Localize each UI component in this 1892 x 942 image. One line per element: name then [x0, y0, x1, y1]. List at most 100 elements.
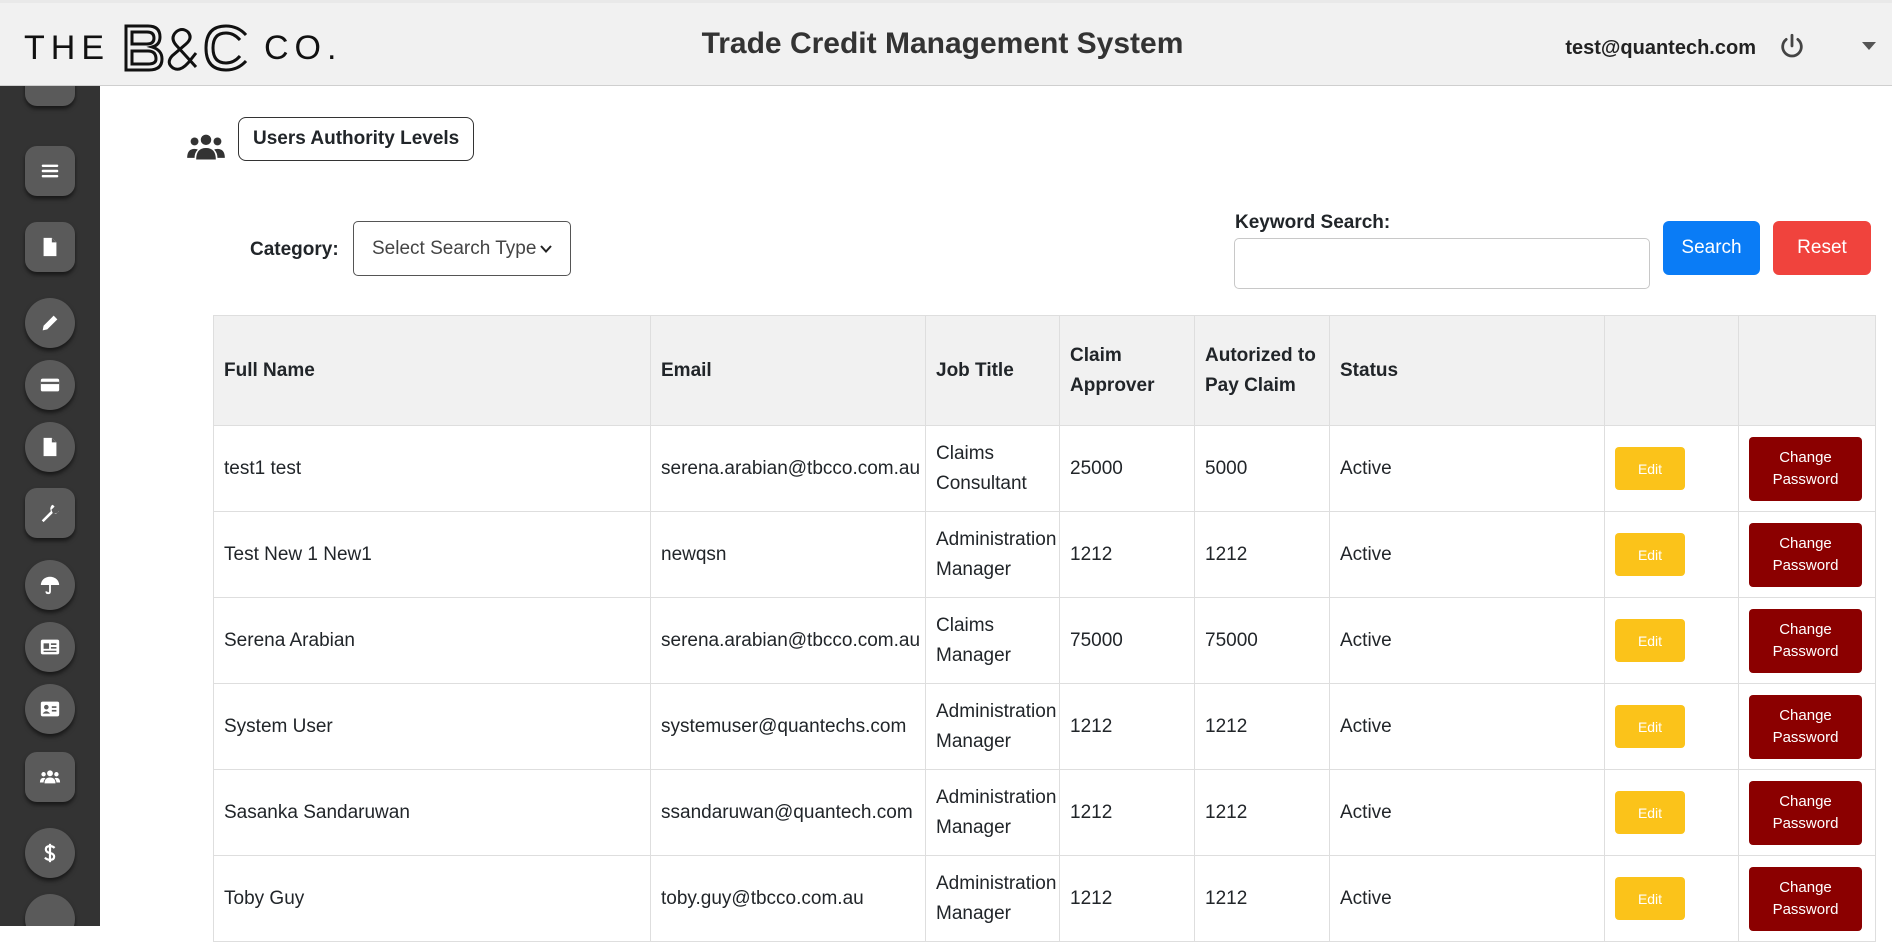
- sidebar-item-documents[interactable]: [25, 422, 75, 472]
- change-password-button[interactable]: Change Password: [1749, 436, 1862, 501]
- cell-authorized-to-pay: 1212: [1194, 683, 1330, 770]
- cell-status: Active: [1329, 683, 1605, 770]
- cell-status: Active: [1329, 511, 1605, 598]
- table-row: Toby Guy toby.guy@tbcco.com.au Administrat…: [213, 855, 1876, 942]
- cell-full-name: test1 test: [213, 425, 651, 512]
- sidebar-item-top-partial[interactable]: [25, 86, 75, 106]
- cell-full-name: Serena Arabian: [213, 597, 651, 684]
- umbrella-icon: [40, 576, 60, 595]
- sidebar-item-users[interactable]: [25, 752, 75, 802]
- cell-edit: Edit: [1604, 683, 1739, 770]
- edit-button[interactable]: Edit: [1615, 619, 1685, 662]
- cell-authorized-to-pay: 5000: [1194, 425, 1330, 512]
- document-icon: [43, 437, 57, 457]
- table-row: Sasanka Sandaruwan ssandaruwan@quantech.c…: [213, 769, 1876, 856]
- cell-job-title: Administration Manager: [925, 511, 1060, 598]
- cell-email: ssandaruwan@quantech.com: [650, 769, 926, 856]
- cell-job-title: Claims Manager: [925, 597, 1060, 684]
- pencil-icon: [42, 315, 58, 331]
- file-icon: [43, 237, 57, 257]
- change-password-button[interactable]: Change Password: [1749, 694, 1862, 759]
- edit-button[interactable]: Edit: [1615, 447, 1685, 490]
- column-header-claim-approver[interactable]: Claim Approver: [1059, 315, 1195, 426]
- edit-button[interactable]: Edit: [1615, 791, 1685, 834]
- cell-edit: Edit: [1604, 597, 1739, 684]
- column-header-authorized-to-pay[interactable]: Autorized to Pay Claim: [1194, 315, 1330, 426]
- reset-button[interactable]: Reset: [1773, 221, 1871, 275]
- sidebar-item-insurance[interactable]: [25, 560, 75, 610]
- cell-job-title: Administration Manager: [925, 769, 1060, 856]
- sidebar-item-tools[interactable]: [25, 488, 75, 538]
- cell-claim-approver: 1212: [1059, 683, 1195, 770]
- sidebar-item-menu[interactable]: [25, 146, 75, 196]
- id-card-icon: [40, 639, 60, 655]
- column-header-status[interactable]: Status: [1329, 315, 1605, 426]
- sidebar-item-finance[interactable]: [25, 828, 75, 878]
- change-password-button[interactable]: Change Password: [1749, 780, 1862, 845]
- edit-button[interactable]: Edit: [1615, 705, 1685, 748]
- cell-status: Active: [1329, 425, 1605, 512]
- sidebar-item-file[interactable]: [25, 222, 75, 272]
- change-password-button[interactable]: Change Password: [1749, 866, 1862, 931]
- cell-full-name: System User: [213, 683, 651, 770]
- cell-authorized-to-pay: 1212: [1194, 855, 1330, 942]
- sidebar: [0, 86, 100, 926]
- cell-email: serena.arabian@tbcco.com.au: [650, 425, 926, 512]
- cell-authorized-to-pay: 1212: [1194, 769, 1330, 856]
- cell-job-title: Administration Manager: [925, 683, 1060, 770]
- column-header-full-name[interactable]: Full Name: [213, 315, 651, 426]
- cell-claim-approver: 1212: [1059, 855, 1195, 942]
- cell-status: Active: [1329, 597, 1605, 684]
- address-card-icon: [40, 701, 60, 717]
- sidebar-item-bottom-partial[interactable]: [25, 894, 75, 926]
- top-header: THE CO. Trade Credit Management System t…: [0, 0, 1892, 86]
- cell-job-title: Administration Manager: [925, 855, 1060, 942]
- sidebar-item-payments[interactable]: [25, 360, 75, 410]
- edit-button[interactable]: Edit: [1615, 877, 1685, 920]
- sidebar-item-edit[interactable]: [25, 298, 75, 348]
- cell-email: newqsn: [650, 511, 926, 598]
- sidebar-item-id[interactable]: [25, 622, 75, 672]
- column-header-job-title[interactable]: Job Title: [925, 315, 1060, 426]
- cell-change-password: Change Password: [1738, 683, 1876, 770]
- search-button[interactable]: Search: [1663, 221, 1760, 275]
- cell-edit: Edit: [1604, 769, 1739, 856]
- sidebar-item-contacts[interactable]: [25, 684, 75, 734]
- cell-status: Active: [1329, 855, 1605, 942]
- keyword-search-input[interactable]: [1234, 238, 1650, 289]
- chevron-down-icon: [540, 244, 552, 253]
- column-header-email[interactable]: Email: [650, 315, 926, 426]
- table-row: System User systemuser@quantechs.com Admin…: [213, 683, 1876, 770]
- cell-job-title: Claims Consultant: [925, 425, 1060, 512]
- table-header-row: Full Name Email Job Title Claim Approver…: [213, 315, 1876, 426]
- column-header-edit: [1604, 315, 1739, 426]
- table-row: test1 test serena.arabian@tbcco.com.au Cla…: [213, 425, 1876, 512]
- cell-change-password: Change Password: [1738, 769, 1876, 856]
- credit-card-icon: [40, 378, 60, 392]
- cell-change-password: Change Password: [1738, 425, 1876, 512]
- cell-status: Active: [1329, 769, 1605, 856]
- cell-authorized-to-pay: 1212: [1194, 511, 1330, 598]
- cell-claim-approver: 25000: [1059, 425, 1195, 512]
- category-selected-value: Select Search Type: [372, 237, 537, 259]
- category-select[interactable]: Select Search Type: [353, 221, 571, 276]
- cell-edit: Edit: [1604, 511, 1739, 598]
- chevron-down-icon[interactable]: [1860, 39, 1878, 53]
- column-header-change-password: [1738, 315, 1876, 426]
- cell-email: toby.guy@tbcco.com.au: [650, 855, 926, 942]
- edit-button[interactable]: Edit: [1615, 533, 1685, 576]
- users-icon: [187, 134, 225, 160]
- list-icon: [41, 164, 59, 178]
- cell-full-name: Sasanka Sandaruwan: [213, 769, 651, 856]
- users-table: Full Name Email Job Title Claim Approver…: [213, 315, 1876, 942]
- users-table-container: Full Name Email Job Title Claim Approver…: [213, 315, 1876, 942]
- power-icon[interactable]: [1778, 33, 1806, 61]
- dollar-icon: [44, 843, 56, 863]
- cell-claim-approver: 1212: [1059, 769, 1195, 856]
- cell-change-password: Change Password: [1738, 597, 1876, 684]
- change-password-button[interactable]: Change Password: [1749, 608, 1862, 673]
- cell-claim-approver: 75000: [1059, 597, 1195, 684]
- table-row: Serena Arabian serena.arabian@tbcco.com.a…: [213, 597, 1876, 684]
- users-icon: [39, 770, 61, 784]
- change-password-button[interactable]: Change Password: [1749, 522, 1862, 587]
